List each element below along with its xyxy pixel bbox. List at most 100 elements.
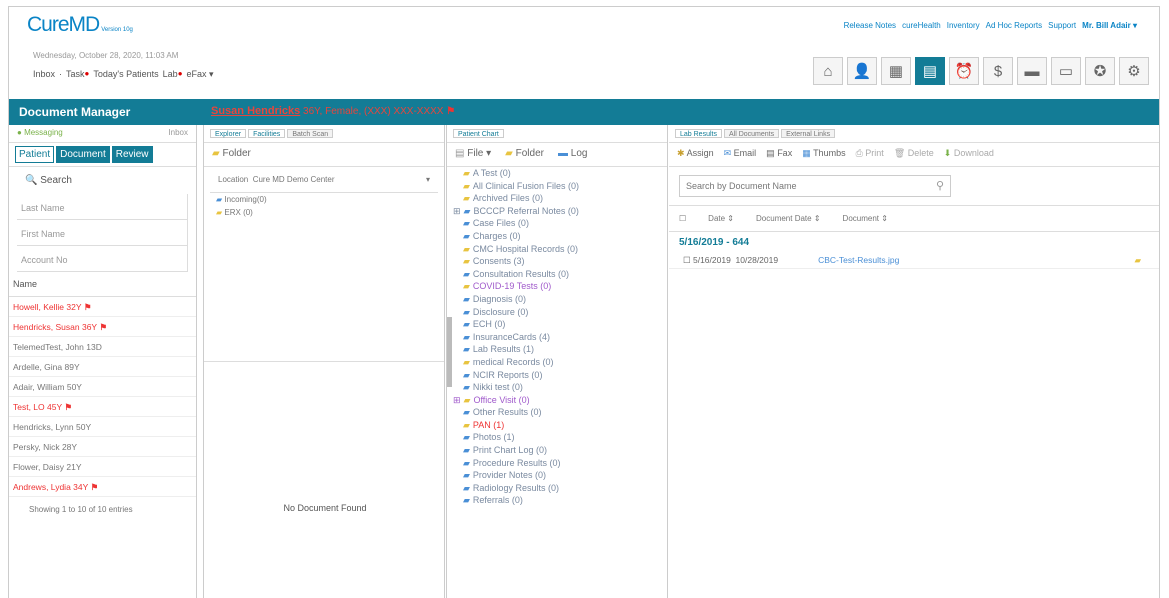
assign-button[interactable]: ✱ Assign (677, 148, 714, 161)
link-inventory[interactable]: Inventory (947, 21, 980, 30)
tree-item[interactable]: ▰ Consultation Results (0) (447, 268, 667, 281)
settings-icon[interactable]: ⚙ (1119, 57, 1149, 85)
expand-icon[interactable]: ⊞ (453, 395, 461, 405)
table-row[interactable]: ☐ 5/16/2019 10/28/2019 CBC-Test-Results.… (669, 253, 1159, 269)
tab-explorer[interactable]: Explorer (210, 129, 247, 138)
select-all-checkbox[interactable]: ☐ (679, 214, 686, 223)
link-support[interactable]: Support (1048, 21, 1076, 30)
alarm-icon[interactable]: ⏰ (949, 57, 979, 85)
location-select[interactable]: Location Cure MD Demo Center ▾ (210, 167, 438, 193)
tree-item[interactable]: ▰ ECH (0) (447, 318, 667, 331)
tree-item[interactable]: ▰ Charges (0) (447, 230, 667, 243)
col-document[interactable]: Document ⇕ (843, 214, 888, 223)
col-date[interactable]: Date ⇕ (708, 214, 734, 223)
tab-batch-scan[interactable]: Batch Scan (287, 129, 334, 138)
tree-item[interactable]: ▰ CMC Hospital Records (0) (447, 243, 667, 256)
tree-item[interactable]: ⊞ ▰ BCCCP Referral Notes (0) (447, 205, 667, 218)
list-item[interactable]: TelemedTest, John 13D (9, 337, 196, 357)
row-document-name[interactable]: CBC-Test-Results.jpg (818, 255, 899, 266)
tab-document[interactable]: Document (56, 146, 110, 163)
col-document-date[interactable]: Document Date ⇕ (756, 214, 821, 223)
document-icon[interactable]: ▤ (915, 57, 945, 85)
home-icon[interactable]: ⌂ (813, 57, 843, 85)
tree-item[interactable]: ▰ Print Chart Log (0) (447, 444, 667, 457)
award-icon[interactable]: ✪ (1085, 57, 1115, 85)
document-search-input[interactable]: Search by Document Name ⚲ (679, 175, 951, 197)
expand-icon[interactable]: ⊞ (453, 206, 461, 216)
tree-item[interactable]: ▰ Photos (1) (447, 431, 667, 444)
list-item[interactable]: Ardelle, Gina 89Y (9, 357, 196, 377)
tree-item[interactable]: ▰ medical Records (0) (447, 356, 667, 369)
tab-external-links[interactable]: External Links (781, 129, 836, 138)
search-button[interactable]: 🔍 Search (9, 167, 196, 194)
tree-item-erx[interactable]: ▰ ERX (0) (204, 206, 444, 219)
reports-icon[interactable]: ▬ (1017, 57, 1047, 85)
tab-review[interactable]: Review (111, 146, 153, 163)
row-checkbox[interactable]: ☐ (683, 255, 693, 266)
delete-button[interactable]: 🗑 Delete (894, 148, 934, 161)
account-no-field[interactable]: Account No (17, 246, 188, 272)
tree-item[interactable]: ▰ Radiology Results (0) (447, 482, 667, 495)
tree-item[interactable]: ▰ COVID-19 Tests (0) (447, 280, 667, 293)
tab-patient-chart[interactable]: Patient Chart (453, 129, 504, 138)
nav-lab[interactable]: Lab● (163, 69, 183, 80)
nav-inbox[interactable]: Inbox (33, 69, 55, 80)
list-item[interactable]: Andrews, Lydia 34Y ⚑ (9, 477, 196, 497)
tree-item[interactable]: ▰ Consents (3) (447, 255, 667, 268)
download-button[interactable]: ⬇ Download (944, 148, 994, 161)
nav-task[interactable]: Task● (66, 69, 89, 80)
forms-icon[interactable]: ▭ (1051, 57, 1081, 85)
tab-lab-results[interactable]: Lab Results (675, 129, 722, 138)
tree-item[interactable]: ▰ Nikki test (0) (447, 381, 667, 394)
file-menu-button[interactable]: ▤ File ▾ (455, 148, 491, 161)
last-name-field[interactable]: Last Name (17, 194, 188, 220)
tree-item-incoming[interactable]: ▰ Incoming(0) (204, 193, 444, 206)
user-menu[interactable]: Mr. Bill Adair ▾ (1082, 21, 1137, 30)
tree-item[interactable]: ▰ Disclosure (0) (447, 306, 667, 319)
email-button[interactable]: ✉ Email (724, 148, 757, 161)
new-folder-button[interactable]: ▰ Folder (505, 148, 544, 161)
fax-button[interactable]: ▤ Fax (766, 148, 792, 161)
nav-todays-patients[interactable]: Today's Patients (93, 69, 158, 80)
tree-item[interactable]: ▰ PAN (1) (447, 419, 667, 432)
messaging-link[interactable]: ● Messaging (17, 128, 63, 139)
list-item[interactable]: Persky, Nick 28Y (9, 437, 196, 457)
calendar-icon[interactable]: ▦ (881, 57, 911, 85)
list-item[interactable]: Flower, Daisy 21Y (9, 457, 196, 477)
tree-item[interactable]: ▰ A Test (0) (447, 167, 667, 180)
tree-item[interactable]: ▰ Other Results (0) (447, 406, 667, 419)
tab-all-documents[interactable]: All Documents (723, 129, 780, 138)
patient-banner[interactable]: Susan Hendricks 36Y, Female, (XXX) XXX-X… (211, 105, 455, 117)
tree-item[interactable]: ▰ All Clinical Fusion Files (0) (447, 180, 667, 193)
patient-name[interactable]: Susan Hendricks (211, 105, 300, 117)
tree-item[interactable]: ▰ Archived Files (0) (447, 192, 667, 205)
list-item[interactable]: Hendricks, Lynn 50Y (9, 417, 196, 437)
tree-item[interactable]: ▰ Procedure Results (0) (447, 457, 667, 470)
inbox-link[interactable]: Inbox (168, 128, 188, 139)
first-name-field[interactable]: First Name (17, 220, 188, 246)
log-button[interactable]: ▬ Log (558, 148, 587, 161)
tree-item[interactable]: ▰ Lab Results (1) (447, 343, 667, 356)
patient-icon[interactable]: 👤 (847, 57, 877, 85)
new-folder-button[interactable]: ▰ Folder (212, 148, 251, 161)
tree-item[interactable]: ⊞ ▰ Office Visit (0) (447, 394, 667, 407)
tab-facilities[interactable]: Facilities (248, 129, 286, 138)
tree-item[interactable]: ▰ Referrals (0) (447, 494, 667, 507)
tree-item[interactable]: ▰ NCIR Reports (0) (447, 369, 667, 382)
splitter-handle[interactable] (447, 317, 452, 387)
tree-item[interactable]: ▰ InsuranceCards (4) (447, 331, 667, 344)
billing-icon[interactable]: $ (983, 57, 1013, 85)
link-ad-hoc-reports[interactable]: Ad Hoc Reports (986, 21, 1042, 30)
tree-item[interactable]: ▰ Provider Notes (0) (447, 469, 667, 482)
tree-item[interactable]: ▰ Diagnosis (0) (447, 293, 667, 306)
thumbs-button[interactable]: ▦ Thumbs (802, 148, 845, 161)
tab-patient[interactable]: Patient (15, 146, 55, 163)
list-item[interactable]: Howell, Kellie 32Y ⚑ (9, 297, 196, 317)
list-item[interactable]: Adair, William 50Y (9, 377, 196, 397)
link-release-notes[interactable]: Release Notes (844, 21, 896, 30)
nav-efax[interactable]: eFax ▾ (187, 69, 214, 80)
tree-item[interactable]: ▰ Case Files (0) (447, 217, 667, 230)
link-curehealth[interactable]: cureHealth (902, 21, 941, 30)
list-item[interactable]: Test, LO 45Y ⚑ (9, 397, 196, 417)
print-button[interactable]: ⎙ Print (856, 148, 884, 161)
